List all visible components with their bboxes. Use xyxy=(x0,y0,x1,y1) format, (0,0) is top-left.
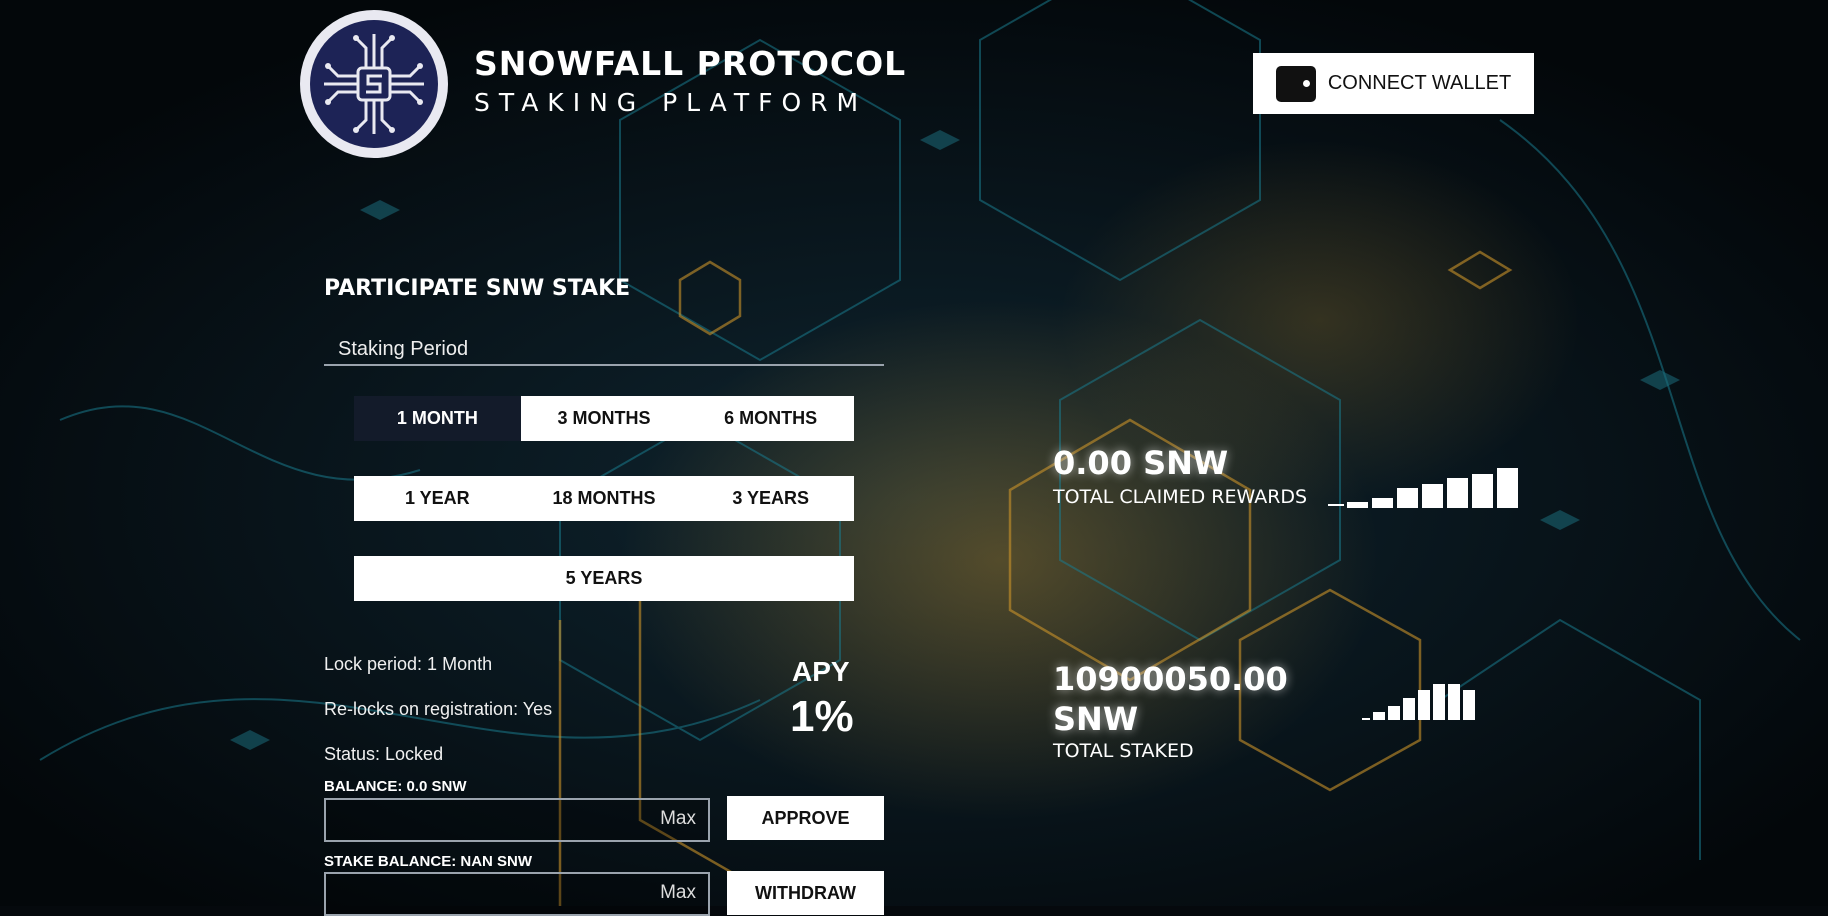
connect-wallet-label: CONNECT WALLET xyxy=(1327,72,1512,94)
apy-value: 1% xyxy=(790,692,854,741)
stake-amount-max-wrap: Max xyxy=(324,798,710,842)
wallet-icon xyxy=(1275,65,1316,102)
rewards-label-underline xyxy=(1328,504,1344,506)
period-button-6-months[interactable]: 6 MONTHS xyxy=(687,396,854,441)
period-row-2: 1 YEAR 18 MONTHS 3 YEARS xyxy=(354,476,854,521)
total-staked-value: 10900050.00 xyxy=(1053,660,1288,698)
status-text: Status: Locked xyxy=(324,744,444,764)
period-button-1-year[interactable]: 1 YEAR xyxy=(354,476,521,521)
connect-wallet-button[interactable]: CONNECT WALLET xyxy=(1253,53,1534,114)
period-button-5-years[interactable]: 5 YEARS xyxy=(354,556,854,601)
brand-title: SNOWFALL PROTOCOL xyxy=(474,44,907,83)
total-claimed-rewards-value: 0.00 SNW xyxy=(1053,444,1229,482)
stake-balance-label: STAKE BALANCE: NAN SNW xyxy=(324,853,533,870)
total-claimed-rewards-label: TOTAL CLAIMED REWARDS xyxy=(1053,486,1308,508)
apy-label: APY xyxy=(792,656,850,687)
withdraw-button[interactable]: WITHDRAW xyxy=(727,871,884,915)
period-row-1: 1 MONTH 3 MONTHS 6 MONTHS xyxy=(354,396,854,441)
period-button-3-months[interactable]: 3 MONTHS xyxy=(521,396,688,441)
relock-text: Re-locks on registration: Yes xyxy=(324,699,553,719)
period-button-3-years[interactable]: 3 YEARS xyxy=(687,476,854,521)
staking-period-underline xyxy=(324,364,884,366)
lock-period-text: Lock period: 1 Month xyxy=(324,654,493,674)
total-staked-label: TOTAL STAKED xyxy=(1053,740,1194,762)
period-button-1-month[interactable]: 1 MONTH xyxy=(354,396,521,441)
circuit-background xyxy=(0,0,1828,906)
balance-label: BALANCE: 0.0 SNW xyxy=(324,778,467,795)
bar-chart-icon xyxy=(1362,682,1475,720)
max-button[interactable]: Max xyxy=(660,808,696,830)
total-staked-unit: SNW xyxy=(1053,700,1139,738)
bar-chart-icon xyxy=(1347,466,1518,508)
stake-section-title: PARTICIPATE SNW STAKE xyxy=(324,276,631,301)
max-button-withdraw[interactable]: Max xyxy=(660,882,696,904)
logo-icon[interactable] xyxy=(298,8,450,160)
brand-subtitle: STAKING PLATFORM xyxy=(474,88,868,117)
period-row-3: 5 YEARS xyxy=(354,556,854,601)
withdraw-amount-max-wrap: Max xyxy=(324,872,710,916)
period-button-18-months[interactable]: 18 MONTHS xyxy=(521,476,688,521)
staking-period-label: Staking Period xyxy=(338,338,469,360)
approve-button[interactable]: APPROVE xyxy=(727,796,884,840)
